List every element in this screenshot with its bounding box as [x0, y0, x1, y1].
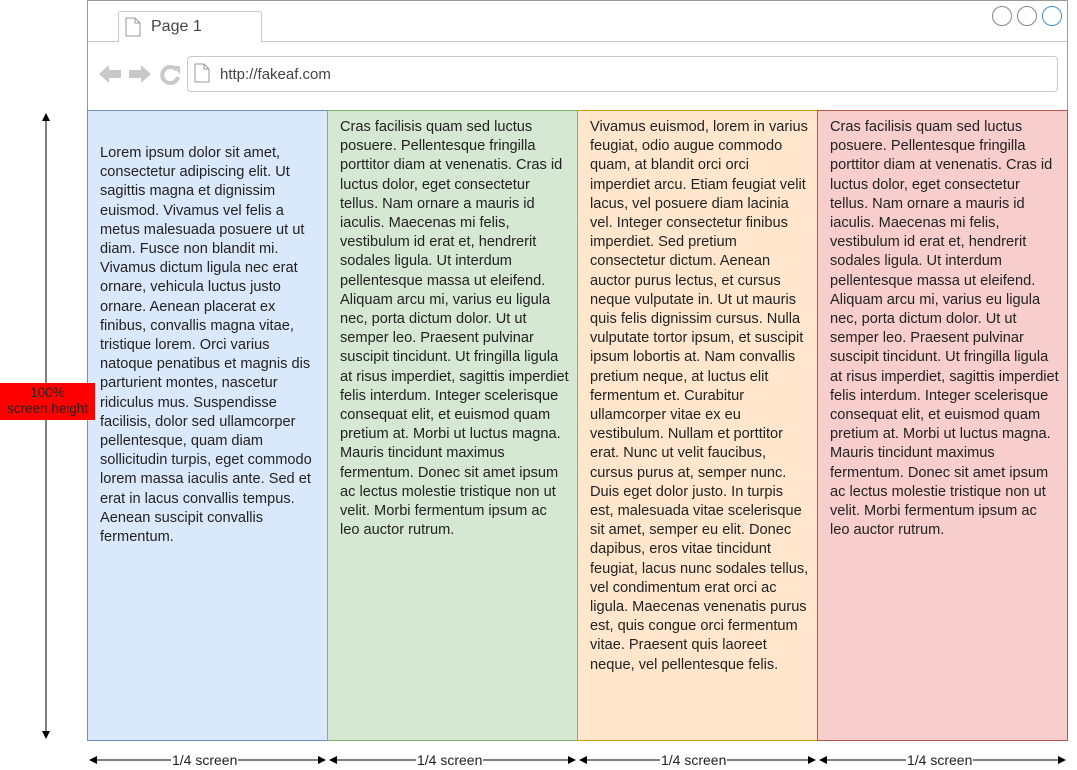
width-label: 1/4 screen [906, 752, 974, 768]
forward-arrow-icon[interactable] [128, 64, 152, 84]
reload-icon[interactable] [159, 64, 181, 86]
document-icon [194, 63, 210, 83]
back-arrow-icon[interactable] [98, 64, 122, 84]
tab-bar: Page 1 [88, 1, 1067, 42]
column-text: Lorem ipsum dolor sit amet, consectetur … [100, 145, 312, 546]
tab-title: Page 1 [151, 18, 202, 35]
height-label: 100% screen height [0, 383, 95, 420]
column-text: Cras facilisis quam sed luctus posuere. … [830, 119, 1059, 539]
address-bar[interactable]: http://fakeaf.com [187, 56, 1058, 92]
column-1: Lorem ipsum dolor sit amet, consectetur … [87, 110, 328, 741]
browser-tab[interactable]: Page 1 [118, 11, 262, 42]
column-3: Vivamus euismod, lorem in varius feugiat… [577, 110, 818, 741]
column-4: Cras facilisis quam sed luctus posuere. … [817, 110, 1068, 741]
width-label: 1/4 screen [660, 752, 728, 768]
window-control-icon[interactable] [1017, 6, 1037, 26]
navigation-bar: http://fakeaf.com [88, 42, 1067, 111]
width-label: 1/4 screen [171, 752, 239, 768]
column-text: Cras facilisis quam sed luctus posuere. … [340, 119, 569, 539]
column-text: Vivamus euismod, lorem in varius feugiat… [590, 119, 809, 673]
column-2: Cras facilisis quam sed luctus posuere. … [327, 110, 578, 741]
document-icon [125, 17, 141, 37]
window-control-icon[interactable] [992, 6, 1012, 26]
url-text: http://fakeaf.com [220, 66, 331, 83]
width-label: 1/4 screen [416, 752, 484, 768]
height-label-line: 100% [30, 385, 65, 400]
window-control-icon[interactable] [1042, 6, 1062, 26]
height-label-line: screen height [6, 401, 89, 416]
